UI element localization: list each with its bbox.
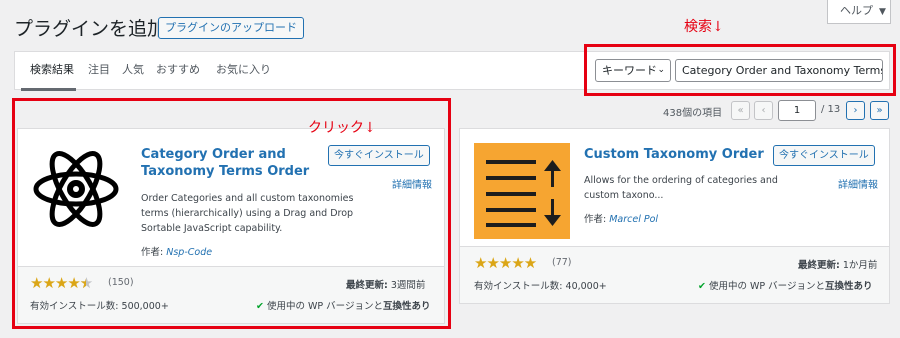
last-updated-label: 最終更新: bbox=[798, 260, 840, 271]
compat-status: 互換性あり bbox=[824, 281, 873, 292]
annotation-search-label: 検索↓ bbox=[684, 19, 724, 35]
current-page-input[interactable]: 1 bbox=[778, 100, 816, 121]
page-title: プラグインを追加 bbox=[14, 18, 167, 40]
last-page-button[interactable]: » bbox=[870, 101, 889, 120]
author-link[interactable]: Marcel Pol bbox=[609, 214, 658, 225]
next-page-button[interactable]: › bbox=[846, 101, 865, 120]
compatibility: ✔ 使用中の WP バージョンと互換性あり bbox=[698, 278, 873, 292]
install-now-button[interactable]: 今すぐインストール bbox=[773, 145, 875, 166]
author-label: 作者: bbox=[584, 214, 607, 225]
description-line: custom taxono... bbox=[584, 190, 664, 201]
help-label: ヘルプ bbox=[840, 4, 873, 17]
active-tab-indicator bbox=[21, 88, 76, 91]
tab-favorites[interactable]: お気に入り bbox=[216, 61, 271, 77]
plugin-card: Custom Taxonomy Order 今すぐインストール 詳細情報 All… bbox=[459, 128, 890, 304]
total-pages: / 13 bbox=[821, 104, 841, 115]
rating-count: (77) bbox=[552, 257, 572, 268]
tab-search-results[interactable]: 検索結果 bbox=[30, 61, 74, 77]
plugin-name-line: Custom Taxonomy Order bbox=[584, 147, 764, 162]
star-rating: ★★★★★ bbox=[474, 254, 537, 272]
help-button[interactable]: ヘルプ ▼ bbox=[827, 0, 891, 24]
compat-prefix: 使用中の WP バージョンと bbox=[709, 281, 825, 292]
plugin-name-link[interactable]: Custom Taxonomy Order bbox=[584, 146, 764, 163]
upload-plugin-button[interactable]: プラグインのアップロード bbox=[158, 17, 304, 39]
annotation-card-box bbox=[12, 98, 451, 329]
active-installs: 有効インストール数: 40,000+ bbox=[474, 281, 607, 292]
tab-featured[interactable]: 注目 bbox=[88, 61, 110, 77]
plugin-description: Allows for the ordering of categories an… bbox=[584, 173, 778, 203]
plugin-card-footer: ★★★★★ (77) 最終更新: 1か月前 有効インストール数: 40,000+… bbox=[460, 246, 889, 303]
tab-popular[interactable]: 人気 bbox=[122, 61, 144, 77]
last-updated-value: 1か月前 bbox=[842, 260, 878, 271]
check-icon: ✔ bbox=[698, 281, 706, 292]
annotation-search-box bbox=[584, 44, 896, 96]
last-updated: 最終更新: 1か月前 bbox=[798, 257, 877, 271]
tab-recommended[interactable]: おすすめ bbox=[156, 61, 200, 77]
item-count: 438個の項目 bbox=[663, 108, 723, 119]
prev-page-button[interactable]: ‹ bbox=[754, 101, 773, 120]
plugin-author: 作者: Marcel Pol bbox=[584, 211, 658, 225]
description-line: Allows for the ordering of categories an… bbox=[584, 175, 778, 186]
chevron-down-icon: ▼ bbox=[879, 7, 886, 17]
first-page-button[interactable]: « bbox=[731, 101, 750, 120]
sort-list-icon[interactable] bbox=[474, 143, 570, 239]
more-details-link[interactable]: 詳細情報 bbox=[838, 176, 878, 191]
